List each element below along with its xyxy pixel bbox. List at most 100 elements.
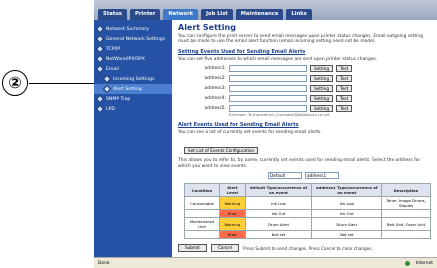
tab-links[interactable]: Links [286, 9, 312, 20]
table-cell: Belt Unit, Fuser Unit [381, 217, 431, 232]
sidebar-item-label: LPD [106, 106, 115, 112]
table-cell: Not set [311, 230, 383, 240]
tab-printer[interactable]: Printer [129, 9, 161, 20]
section-alert-events-text: You can see a list of currently set even… [178, 129, 322, 135]
sidebar-item-incoming-settings[interactable]: Incoming Settings [94, 74, 172, 84]
test-button[interactable]: Test [336, 85, 353, 93]
sidebar-item-lpd[interactable]: LPD [94, 104, 172, 114]
table-cell: Drum Alert [311, 217, 383, 232]
sidebar-item-label: Incoming Settings [113, 76, 155, 82]
submit-button[interactable]: Submit [178, 244, 207, 253]
sidebar-item-netware-ipx-spx[interactable]: NetWare/IPX/SPX [94, 54, 172, 64]
sidebar-item-network-summary[interactable]: Network Summary [94, 24, 172, 34]
address-label: address4: [204, 96, 226, 102]
address-label: address1: [204, 66, 226, 72]
event-list-button[interactable]: Set List of Events Configuration [184, 147, 259, 155]
globe-icon [404, 260, 410, 266]
address-row: address5: Setting Test [178, 105, 431, 113]
sidebar-item-alert-setting[interactable]: Alert Setting [94, 84, 172, 94]
tool-icon [95, 34, 105, 44]
sidebar-item-label: Network Summary [106, 26, 149, 32]
table-row: Consumable Warning Ink Low Ink Low Toner, Im… [183, 196, 431, 211]
tool-icon [95, 64, 105, 74]
sidebar-item-label: General Network Settings [106, 36, 166, 42]
address-row: address3: Setting Test [178, 85, 431, 93]
top-navigation: Status Printer Network Job List Maintenance L… [94, 0, 437, 20]
footer-hint: Press Submit to send changes. Press Canc… [243, 245, 373, 251]
tool-icon [95, 24, 105, 34]
sidebar-item-label: Email [106, 66, 119, 72]
callout-number: ② [2, 70, 28, 96]
sidebar-item-tcp-ip[interactable]: TCP/IP [94, 44, 172, 54]
setting-button[interactable]: Setting [310, 95, 333, 103]
alert-events-table: Condition Alert Level default Type/occurre… [183, 183, 431, 240]
address-input[interactable] [229, 95, 307, 103]
address-row: address1: Setting Test [178, 65, 431, 73]
main-content: Alert Setting You can configure the prin… [172, 20, 437, 257]
sidebar: Network Summary General Network Settings T… [94, 20, 172, 257]
address-input[interactable] [229, 75, 307, 83]
address-input[interactable] [229, 85, 307, 93]
table-cell: Ink Low [244, 196, 313, 211]
test-button[interactable]: Test [336, 75, 353, 83]
table-cell: Ink Out [311, 209, 383, 219]
table-cell [183, 209, 221, 219]
section-alert-addresses-heading: Setting Events Used for Sending Email Al… [178, 48, 306, 55]
address-example-note: Exmaple: To Jhonedfunt: jhonedoe@bbbbbxx… [229, 112, 330, 118]
section-alert-addresses-text: You can set five addresses to which emai… [178, 56, 378, 62]
sidebar-item-label: TCP/IP [106, 46, 121, 52]
sidebar-item-label: SNMP Trap [106, 96, 131, 102]
address-select-1[interactable]: Default [268, 172, 302, 180]
table-row: Error Ink Out Ink Out [183, 209, 431, 219]
tab-status[interactable]: Status [98, 9, 127, 20]
table-cell: Not set [244, 230, 313, 240]
page-title: Alert Setting [178, 23, 236, 32]
table-row: Maintenance Unit Warning Drum Alert Drum Al… [183, 217, 431, 232]
test-button[interactable]: Test [336, 65, 353, 73]
table-cell: Drum Alert [244, 217, 313, 232]
section-alert-events-heading: Alert Events Used for Sending Email Aler… [178, 121, 299, 128]
table-header-cell: default Type/occurrence of an event [244, 183, 313, 198]
status-bar: Done Internet [94, 257, 437, 268]
address-label: address3: [204, 86, 226, 92]
tab-job-list[interactable]: Job List [201, 9, 233, 20]
table-cell: Consumable [183, 196, 221, 211]
sidebar-item-snmp-trap[interactable]: SNMP Trap [94, 94, 172, 104]
address-input[interactable] [229, 105, 307, 113]
table-cell: Ink Out [244, 209, 313, 219]
address-label: address2: [204, 76, 226, 82]
sidebar-item-email[interactable]: Email [94, 64, 172, 74]
tab-network[interactable]: Network [163, 9, 199, 20]
test-button[interactable]: Test [336, 105, 353, 113]
tool-icon [95, 94, 105, 104]
table-cell: Maintenance Unit [183, 217, 221, 232]
sidebar-item-label: Alert Setting [113, 86, 142, 92]
setting-button[interactable]: Setting [310, 85, 333, 93]
address-input[interactable] [229, 65, 307, 73]
cancel-button[interactable]: Cancel [210, 244, 240, 253]
status-left: Done [98, 260, 110, 266]
tool-icon [102, 84, 112, 94]
test-button[interactable]: Test [336, 95, 353, 103]
address-select-2[interactable]: address1 [305, 172, 339, 180]
table-cell: Warning [219, 217, 246, 232]
table-cell: Ink Low [311, 196, 383, 211]
tab-maintenance[interactable]: Maintenance [235, 9, 284, 20]
sidebar-item-general-network-settings[interactable]: General Network Settings [94, 34, 172, 44]
table-cell [381, 230, 431, 240]
table-header-cell: address1 Type/occurrence of an event [311, 183, 383, 198]
table-cell [381, 209, 431, 219]
table-header-cell: Description [381, 183, 431, 198]
setting-button[interactable]: Setting [310, 75, 333, 83]
table-row: Error Not set Not set [183, 230, 431, 240]
page-description: You can configure the print server to se… [178, 34, 423, 45]
tool-icon [102, 74, 112, 84]
address-label: address5: [204, 106, 226, 112]
setting-button[interactable]: Setting [310, 65, 333, 73]
table-cell: Toner, Image Drums, Staples [381, 196, 431, 211]
table-header-cell: Condition [183, 183, 221, 198]
address-rows: address1: Setting Test address2: Setting Test… [178, 65, 431, 113]
table-cell [183, 230, 221, 240]
setting-button[interactable]: Setting [310, 105, 333, 113]
section-alert-events-text2: This allows you to refer to, by name, cu… [178, 158, 421, 169]
